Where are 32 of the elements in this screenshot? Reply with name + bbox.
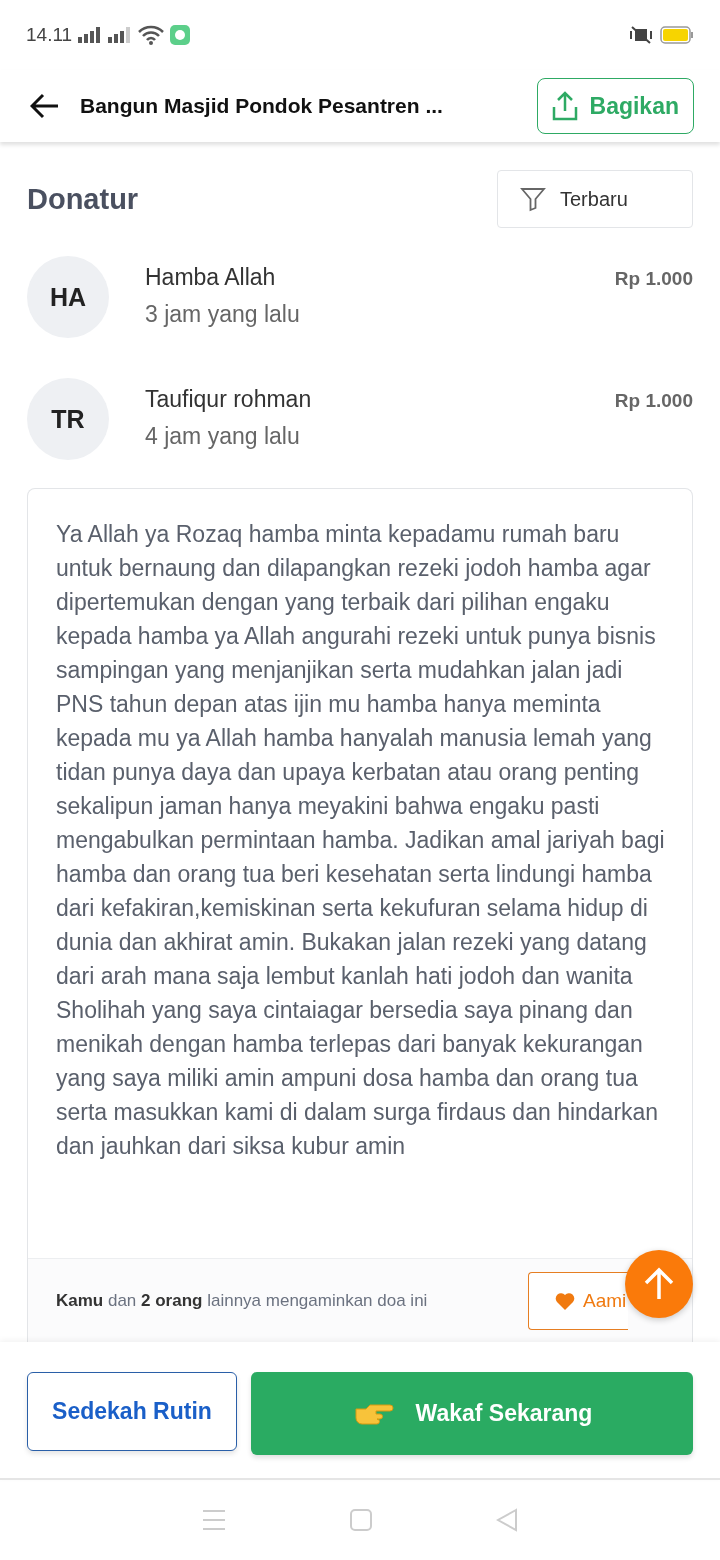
menu-icon[interactable] xyxy=(202,1509,226,1531)
back-nav-icon[interactable] xyxy=(496,1508,518,1532)
mute-vibrate-icon xyxy=(628,25,654,45)
filter-icon xyxy=(520,186,546,212)
battery-icon xyxy=(660,25,694,45)
wifi-icon xyxy=(138,25,165,45)
section-title: Donatur xyxy=(27,182,139,216)
prayer-message: Ya Allah ya Rozaq hamba minta kepadamu rumah baru untuk bernaung dan dilapangkan rezeki jodoh hamba agar dipertemukan dengan yang terbaik dari pilihan engaku kepada hamba ya Allah angurahi rezeki untuk punya bisnis sampingan yang menjanjikan serta mudahkan jalan jadi PNS tahun depan atas ijin mu hamba hanya meminta kepada mu ya Allah hamba hanyalah manusia lemah yang tidan punya daya dan upaya kerbatan atau orang penting sekalipun jaman hanya meyakini bahwa engaku pasti mengabulkan permintaan hamba. Jadikan amal jariyah bagi hamba dan orang tua beri kesehatan serta lindungi hamba dari kefakiran,kemiskinan serta kekufuran selama hidup di dunia dan akhirat amin. Bukakan jalan rezeki yang datang dari arah mana saja lembut kanlah hati jodoh dan wanita Sholihah yang saya cintaiagar bersedia saya pinang dan menikah dengan hamba terlepas dari banyak kekurangan yang saya miliki amin ampuni dosa hamba dan orang tua serta masukkan kami di dalam surga firdaus dan hindarkan dan jauhkan dari siksa kubur amin xyxy=(55,520,666,1161)
donation-amount: Rp 1.000 xyxy=(614,389,693,412)
page-title: Bangun Masjid Pondok Pesantren ... xyxy=(80,94,444,118)
status-time: 14.11 xyxy=(26,24,73,46)
share-button[interactable]: Bagikan xyxy=(536,78,694,134)
donor-avatar: TR xyxy=(27,378,109,460)
filter-button[interactable]: Terbaru xyxy=(497,170,693,228)
home-icon[interactable] xyxy=(350,1509,372,1531)
arrow-up-icon xyxy=(643,1267,675,1301)
signal-icon xyxy=(108,27,133,43)
signal-icon xyxy=(78,27,103,43)
back-icon[interactable] xyxy=(30,93,60,119)
donor-name: Taufiqur rohman xyxy=(145,386,313,413)
donation-time: 3 jam yang lalu xyxy=(145,301,301,328)
amen-count-text: Kamu dan 2 orang lainnya mengaminkan doa ini xyxy=(56,1290,428,1311)
routine-charity-button[interactable]: Sedekah Rutin xyxy=(27,1372,237,1451)
donor-name: Hamba Allah xyxy=(145,264,277,291)
donor-avatar: HA xyxy=(27,256,109,338)
heart-icon xyxy=(555,1291,575,1310)
share-icon xyxy=(551,91,578,121)
amen-button[interactable]: Aami xyxy=(528,1271,628,1330)
app-notification-icon xyxy=(170,25,191,45)
donation-amount: Rp 1.000 xyxy=(614,267,693,290)
donation-time: 4 jam yang lalu xyxy=(145,423,301,450)
donate-now-button[interactable]: Wakaf Sekarang xyxy=(251,1372,693,1455)
